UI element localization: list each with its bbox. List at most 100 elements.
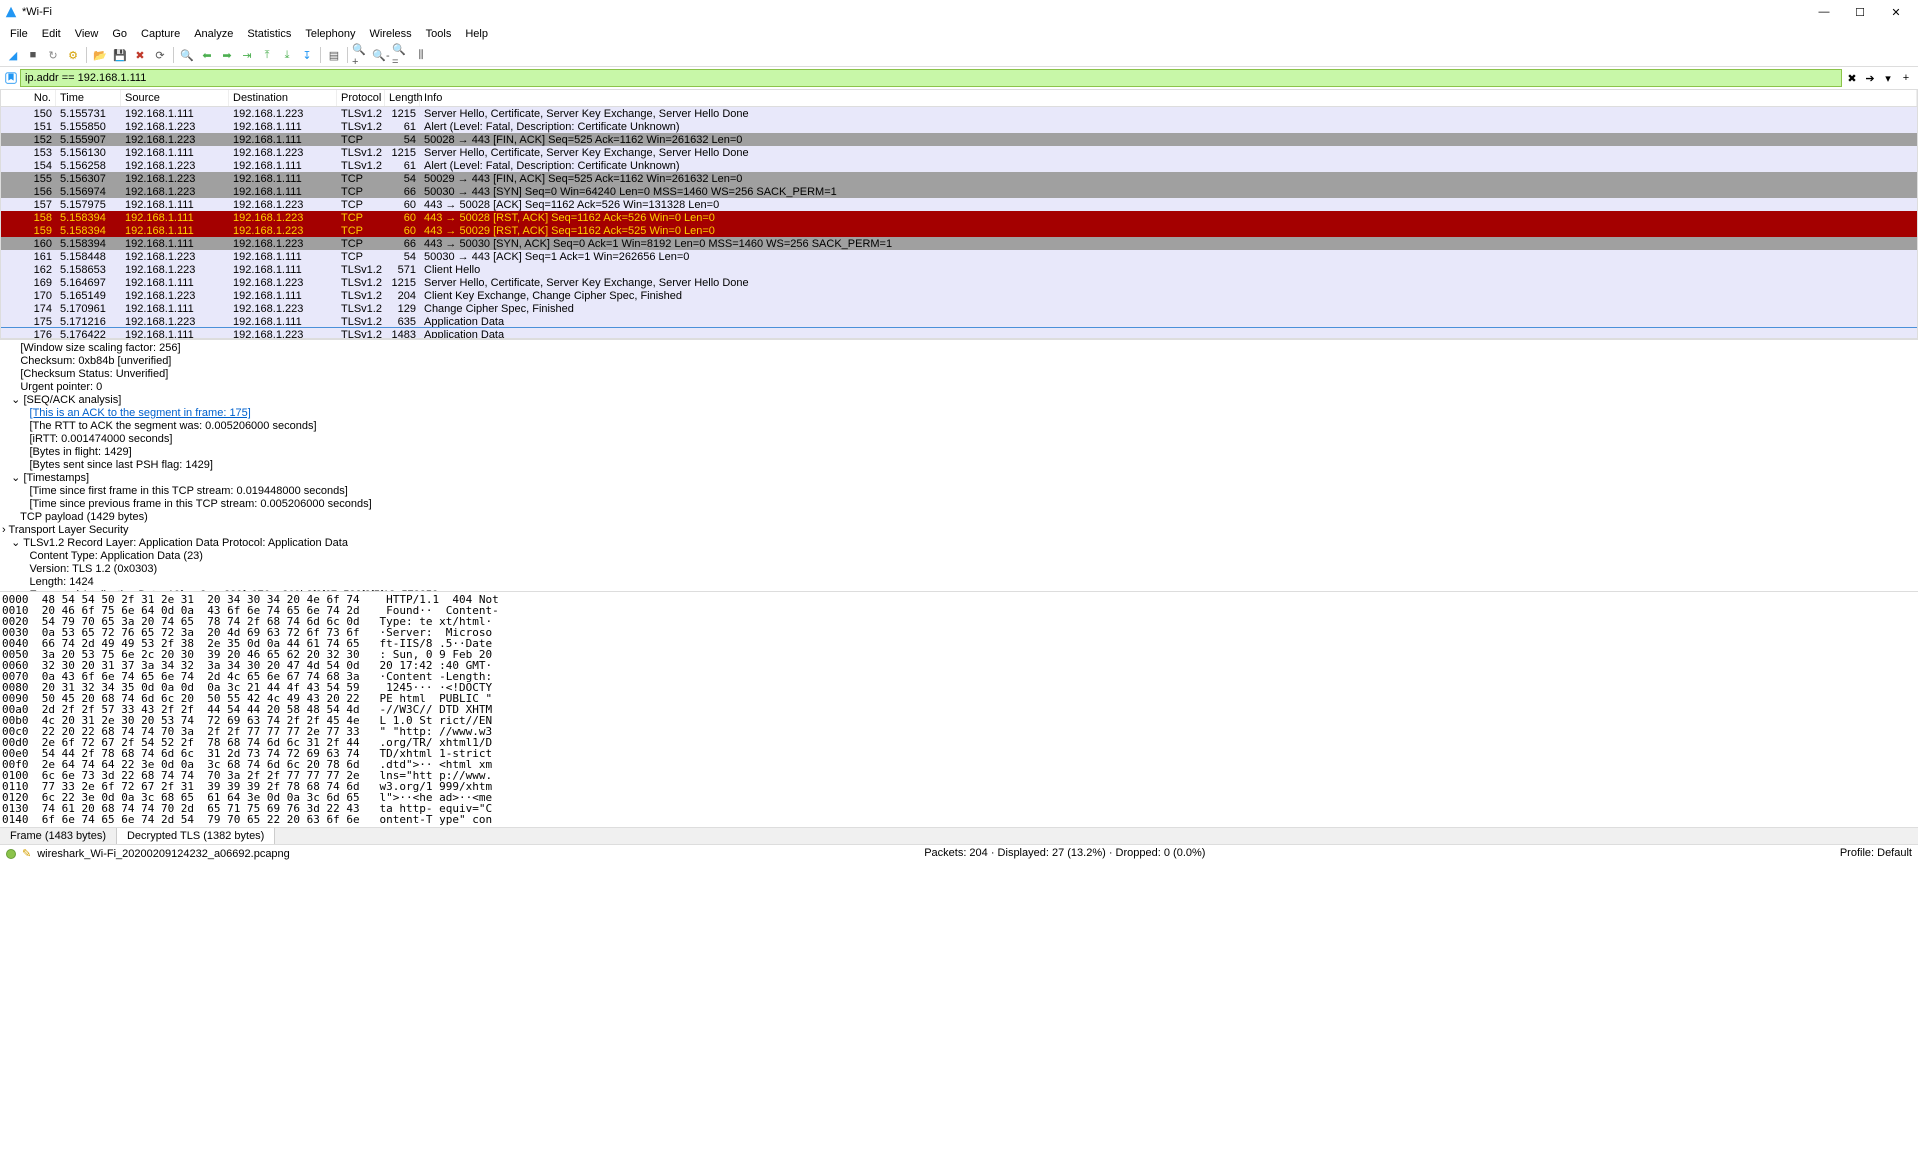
packet-row[interactable]: 1525.155907192.168.1.223192.168.1.111TCP… [1, 133, 1917, 146]
packet-bytes-pane[interactable]: 0000 48 54 54 50 2f 31 2e 31 20 34 30 34… [0, 591, 1918, 827]
menu-tools[interactable]: Tools [420, 26, 458, 42]
tree-toggle-icon[interactable]: › [2, 524, 6, 536]
column-header[interactable]: Source [121, 90, 229, 106]
packet-row[interactable]: 1755.171216192.168.1.223192.168.1.111TLS… [1, 315, 1917, 328]
tree-item[interactable]: Version: TLS 1.2 (0x0303) [2, 563, 1916, 576]
shark-fin-icon[interactable]: ◢ [4, 46, 22, 64]
add-filter-icon[interactable]: + [1898, 70, 1914, 86]
tree-item[interactable]: [This is an ACK to the segment in frame:… [2, 407, 1916, 420]
close-file-icon[interactable]: ✖ [131, 46, 149, 64]
packet-row[interactable]: 1765.176422192.168.1.111192.168.1.223TLS… [1, 328, 1917, 339]
bytes-tab[interactable]: Decrypted TLS (1382 bytes) [117, 828, 275, 844]
minimize-button[interactable]: — [1806, 1, 1842, 23]
menu-telephony[interactable]: Telephony [299, 26, 361, 42]
packet-row[interactable]: 1615.158448192.168.1.223192.168.1.111TCP… [1, 250, 1917, 263]
packet-cell-no: 162 [1, 264, 56, 276]
menu-capture[interactable]: Capture [135, 26, 186, 42]
tree-item[interactable]: › Transport Layer Security [2, 524, 1916, 537]
tree-item[interactable]: TCP payload (1429 bytes) [2, 511, 1916, 524]
go-back-icon[interactable]: ⬅ [198, 46, 216, 64]
tree-item[interactable]: ⌄ [SEQ/ACK analysis] [2, 394, 1916, 407]
packet-row[interactable]: 1605.158394192.168.1.111192.168.1.223TCP… [1, 237, 1917, 250]
column-header[interactable]: No. [1, 90, 56, 106]
status-profile[interactable]: Profile: Default [1840, 847, 1912, 860]
column-header[interactable]: Info [420, 90, 1917, 106]
stop-capture-icon[interactable]: ■ [24, 46, 42, 64]
clear-filter-icon[interactable]: ✖ [1844, 70, 1860, 86]
save-file-icon[interactable]: 💾 [111, 46, 129, 64]
tree-toggle-icon[interactable]: ⌄ [11, 472, 20, 484]
zoom-in-icon[interactable]: 🔍+ [352, 46, 370, 64]
tree-item[interactable]: Length: 1424 [2, 576, 1916, 589]
packet-cell-no: 155 [1, 173, 56, 185]
colorize-icon[interactable]: ▤ [325, 46, 343, 64]
column-header[interactable]: Length [385, 90, 420, 106]
packet-list-pane[interactable]: No.TimeSourceDestinationProtocolLengthIn… [0, 89, 1918, 339]
packet-row[interactable]: 1695.164697192.168.1.111192.168.1.223TLS… [1, 276, 1917, 289]
expert-info-icon[interactable] [6, 849, 16, 859]
tree-item[interactable]: [Time since first frame in this TCP stre… [2, 485, 1916, 498]
packet-row[interactable]: 1545.156258192.168.1.223192.168.1.111TLS… [1, 159, 1917, 172]
bytes-tab[interactable]: Frame (1483 bytes) [0, 828, 117, 844]
reload-icon[interactable]: ⟳ [151, 46, 169, 64]
menu-edit[interactable]: Edit [36, 26, 67, 42]
tree-item[interactable]: [The RTT to ACK the segment was: 0.00520… [2, 420, 1916, 433]
packet-row[interactable]: 1535.156130192.168.1.111192.168.1.223TLS… [1, 146, 1917, 159]
menu-statistics[interactable]: Statistics [241, 26, 297, 42]
packet-row[interactable]: 1555.156307192.168.1.223192.168.1.111TCP… [1, 172, 1917, 185]
menu-view[interactable]: View [69, 26, 105, 42]
go-fwd-icon[interactable]: ➡ [218, 46, 236, 64]
edit-icon[interactable]: ✎ [22, 847, 31, 860]
column-header[interactable]: Time [56, 90, 121, 106]
display-filter-input[interactable] [20, 69, 1842, 87]
menu-go[interactable]: Go [106, 26, 133, 42]
menu-file[interactable]: File [4, 26, 34, 42]
tree-item[interactable]: Content Type: Application Data (23) [2, 550, 1916, 563]
find-icon[interactable]: 🔍 [178, 46, 196, 64]
tree-item[interactable]: [iRTT: 0.001474000 seconds] [2, 433, 1916, 446]
tree-item[interactable]: [Bytes in flight: 1429] [2, 446, 1916, 459]
bookmark-filter-icon[interactable] [4, 71, 18, 85]
packet-row[interactable]: 1705.165149192.168.1.223192.168.1.111TLS… [1, 289, 1917, 302]
packet-row[interactable]: 1515.155850192.168.1.223192.168.1.111TLS… [1, 120, 1917, 133]
tree-item[interactable]: Checksum: 0xb84b [unverified] [2, 355, 1916, 368]
tree-link[interactable]: [This is an ACK to the segment in frame:… [30, 407, 251, 419]
packet-row[interactable]: 1745.170961192.168.1.111192.168.1.223TLS… [1, 302, 1917, 315]
filter-dropdown-icon[interactable]: ▾ [1880, 70, 1896, 86]
auto-scroll-icon[interactable]: ↧ [298, 46, 316, 64]
packet-row[interactable]: 1565.156974192.168.1.223192.168.1.111TCP… [1, 185, 1917, 198]
packet-row[interactable]: 1505.155731192.168.1.111192.168.1.223TLS… [1, 107, 1917, 120]
apply-filter-icon[interactable]: ➔ [1862, 70, 1878, 86]
column-header[interactable]: Protocol [337, 90, 385, 106]
packet-row[interactable]: 1625.158653192.168.1.223192.168.1.111TLS… [1, 263, 1917, 276]
go-to-packet-icon[interactable]: ⇥ [238, 46, 256, 64]
packet-row[interactable]: 1575.157975192.168.1.111192.168.1.223TCP… [1, 198, 1917, 211]
packet-row[interactable]: 1585.158394192.168.1.111192.168.1.223TCP… [1, 211, 1917, 224]
tree-item[interactable]: ⌄ [Timestamps] [2, 472, 1916, 485]
menu-help[interactable]: Help [459, 26, 494, 42]
restart-capture-icon[interactable]: ↻ [44, 46, 62, 64]
tree-item[interactable]: Urgent pointer: 0 [2, 381, 1916, 394]
zoom-out-icon[interactable]: 🔍- [372, 46, 390, 64]
resize-columns-icon[interactable]: ⫼ [412, 46, 430, 64]
column-header[interactable]: Destination [229, 90, 337, 106]
zoom-reset-icon[interactable]: 🔍= [392, 46, 410, 64]
tree-toggle-icon[interactable]: ⌄ [11, 394, 20, 406]
maximize-button[interactable]: ☐ [1842, 1, 1878, 23]
open-file-icon[interactable]: 📂 [91, 46, 109, 64]
close-button[interactable]: ✕ [1878, 1, 1914, 23]
tree-item[interactable]: [Time since previous frame in this TCP s… [2, 498, 1916, 511]
capture-options-icon[interactable]: ⚙ [64, 46, 82, 64]
packet-details-pane[interactable]: [Window size scaling factor: 256] Checks… [0, 339, 1918, 591]
packet-row[interactable]: 1595.158394192.168.1.111192.168.1.223TCP… [1, 224, 1917, 237]
tree-item[interactable]: ⌄ TLSv1.2 Record Layer: Application Data… [2, 537, 1916, 550]
tree-item[interactable]: [Checksum Status: Unverified] [2, 368, 1916, 381]
go-last-icon[interactable]: ⤓ [278, 46, 296, 64]
packet-cell-info: Server Hello, Certificate, Server Key Ex… [420, 277, 1917, 289]
tree-item[interactable]: [Window size scaling factor: 256] [2, 342, 1916, 355]
tree-item[interactable]: [Bytes sent since last PSH flag: 1429] [2, 459, 1916, 472]
tree-toggle-icon[interactable]: ⌄ [11, 537, 20, 549]
menu-wireless[interactable]: Wireless [364, 26, 418, 42]
menu-analyze[interactable]: Analyze [188, 26, 239, 42]
go-first-icon[interactable]: ⤒ [258, 46, 276, 64]
